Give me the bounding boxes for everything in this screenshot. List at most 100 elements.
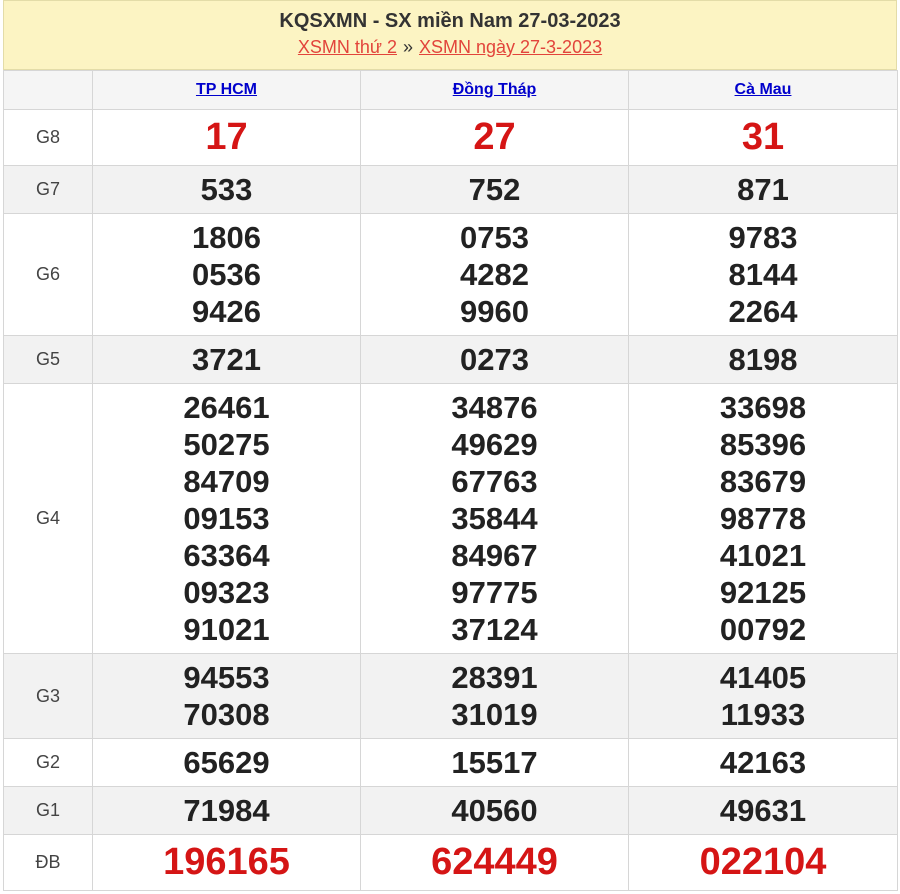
breadcrumb-separator: » <box>402 37 413 57</box>
prize-row: G1 71984 40560 49631 <box>3 786 898 835</box>
winning-number: 0273 <box>460 342 529 377</box>
winning-number: 27 <box>473 116 516 158</box>
prize-cell: 8198 <box>628 335 898 384</box>
prize-cell: 28391 31019 <box>360 653 629 739</box>
prize-cell: 27 <box>360 109 629 166</box>
winning-number: 65629 <box>183 745 270 780</box>
winning-number: 83679 <box>719 464 807 499</box>
prize-cell: 0273 <box>360 335 629 384</box>
winning-number: 98778 <box>719 501 807 536</box>
winning-number: 0536 <box>192 257 261 292</box>
winning-number: 31019 <box>451 697 538 732</box>
prize-row: ĐB 196165 624449 022104 <box>3 834 898 891</box>
winning-number: 35844 <box>451 501 538 536</box>
prize-cell: 49631 <box>628 786 898 835</box>
winning-number: 8144 <box>728 257 798 292</box>
winning-number: 624449 <box>431 841 558 883</box>
prize-label: G4 <box>3 383 93 654</box>
winning-number: 42163 <box>719 745 807 780</box>
winning-number: 26461 <box>183 390 270 425</box>
winning-number: 41021 <box>719 538 807 573</box>
winning-number: 17 <box>205 116 248 158</box>
winning-number: 67763 <box>451 464 538 499</box>
winning-number: 533 <box>200 172 253 207</box>
winning-number: 41405 <box>719 660 807 695</box>
province-link-tp-hcm[interactable]: TP HCM <box>196 81 257 98</box>
winning-number: 31 <box>741 116 785 158</box>
winning-number: 50275 <box>183 427 270 462</box>
prize-label: G7 <box>3 165 93 214</box>
winning-number: 3721 <box>192 342 261 377</box>
winning-number: 15517 <box>451 745 538 780</box>
winning-number: 63364 <box>183 538 270 573</box>
prize-cell: 196165 <box>92 834 361 891</box>
prize-cell: 65629 <box>92 738 361 787</box>
prize-cell: 752 <box>360 165 629 214</box>
prize-cell: 31 <box>628 109 898 166</box>
winning-number: 92125 <box>719 575 807 610</box>
prize-row: G8 17 27 31 <box>3 109 898 166</box>
prize-label: G6 <box>3 213 93 336</box>
winning-number: 84967 <box>451 538 538 573</box>
prize-row: G2 65629 15517 42163 <box>3 738 898 787</box>
page-title: KQSXMN - SX miền Nam 27-03-2023 <box>279 10 621 32</box>
winning-number: 33698 <box>719 390 807 425</box>
prize-cell: 3721 <box>92 335 361 384</box>
prize-cell: 94553 70308 <box>92 653 361 739</box>
winning-number: 91021 <box>183 612 270 647</box>
winning-number: 4282 <box>460 257 529 292</box>
winning-number: 28391 <box>451 660 538 695</box>
prize-cell: 9783 8144 2264 <box>628 213 898 336</box>
province-header: TP HCM <box>92 70 361 110</box>
prize-row: G6 1806 0536 9426 0753 4282 9960 9783 8144 2264 <box>3 213 898 336</box>
prize-column-header <box>3 70 93 110</box>
province-header-row: TP HCM Đồng Tháp Cà Mau <box>3 70 898 110</box>
prize-label: G3 <box>3 653 93 739</box>
winning-number: 0753 <box>460 220 529 255</box>
province-header: Đồng Tháp <box>360 70 629 110</box>
winning-number: 71984 <box>183 793 270 828</box>
winning-number: 752 <box>468 172 521 207</box>
winning-number: 022104 <box>699 841 827 883</box>
prize-cell: 33698 85396 83679 98778 41021 92125 00792 <box>628 383 898 654</box>
results-table: TP HCM Đồng Tháp Cà Mau G8 17 27 31 G7 533 752… <box>3 70 898 891</box>
winning-number: 196165 <box>163 841 290 883</box>
winning-number: 871 <box>737 172 789 207</box>
winning-number: 11933 <box>720 697 806 732</box>
winning-number: 49629 <box>451 427 538 462</box>
province-link-ca-mau[interactable]: Cà Mau <box>735 81 792 98</box>
province-link-dong-thap[interactable]: Đồng Tháp <box>453 81 537 98</box>
province-header: Cà Mau <box>628 70 898 110</box>
breadcrumb-link-date[interactable]: XSMN ngày 27-3-2023 <box>419 37 602 57</box>
prize-cell: 42163 <box>628 738 898 787</box>
results-header: KQSXMN - SX miền Nam 27-03-2023 XSMN thứ… <box>3 0 897 70</box>
prize-row: G5 3721 0273 8198 <box>3 335 898 384</box>
prize-cell: 41405 11933 <box>628 653 898 739</box>
prize-row: G4 26461 50275 84709 09153 63364 09323 91021 348… <box>3 383 898 654</box>
prize-label: G8 <box>3 109 93 166</box>
prize-cell: 1806 0536 9426 <box>92 213 361 336</box>
winning-number: 8198 <box>728 342 798 377</box>
prize-cell: 871 <box>628 165 898 214</box>
winning-number: 09153 <box>183 501 270 536</box>
prize-cell: 533 <box>92 165 361 214</box>
prize-label: ĐB <box>3 834 93 891</box>
prize-label: G5 <box>3 335 93 384</box>
prize-label: G1 <box>3 786 93 835</box>
winning-number: 9783 <box>728 220 798 255</box>
prize-cell: 17 <box>92 109 361 166</box>
winning-number: 49631 <box>719 793 807 828</box>
winning-number: 1806 <box>192 220 261 255</box>
winning-number: 34876 <box>451 390 538 425</box>
winning-number: 9960 <box>460 294 529 329</box>
winning-number: 70308 <box>183 697 270 732</box>
prize-cell: 624449 <box>360 834 629 891</box>
winning-number: 9426 <box>192 294 261 329</box>
prize-cell: 40560 <box>360 786 629 835</box>
prize-cell: 26461 50275 84709 09153 63364 09323 91021 <box>92 383 361 654</box>
prize-cell: 0753 4282 9960 <box>360 213 629 336</box>
winning-number: 37124 <box>451 612 538 647</box>
prize-label: G2 <box>3 738 93 787</box>
winning-number: 2264 <box>728 294 798 329</box>
breadcrumb-link-weekday[interactable]: XSMN thứ 2 <box>298 37 397 57</box>
